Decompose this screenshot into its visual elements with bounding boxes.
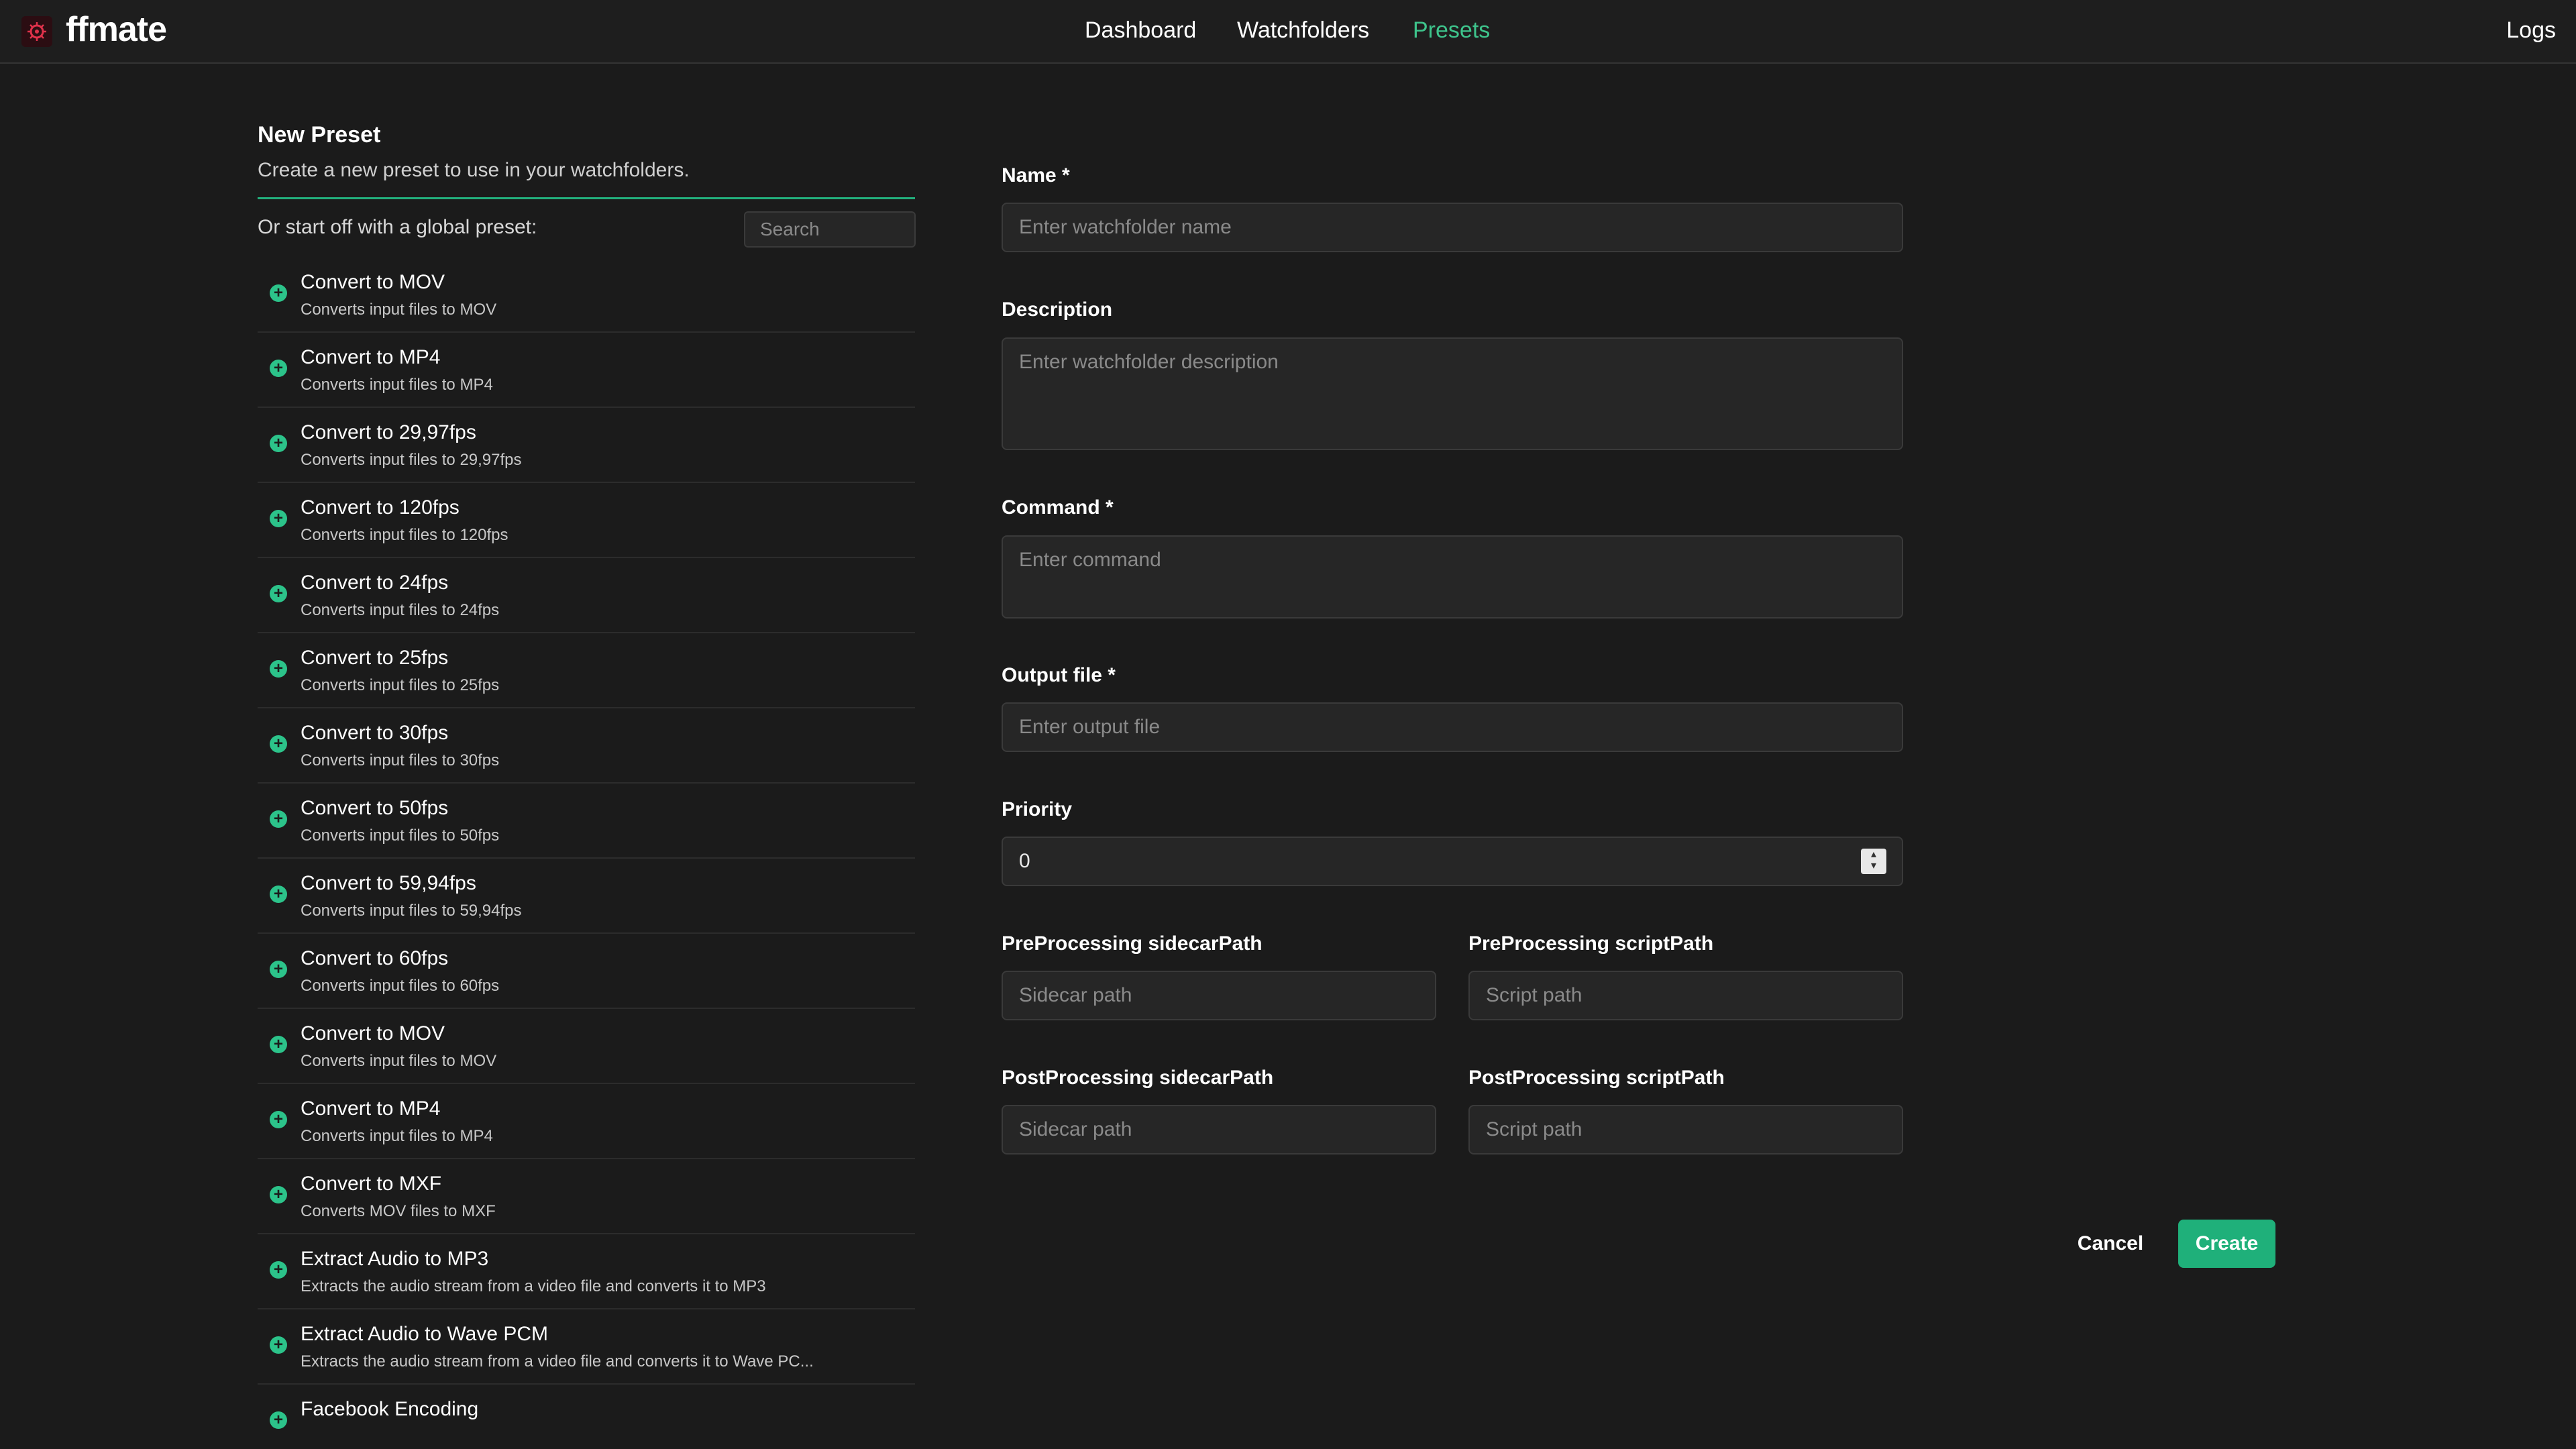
preset-search-input[interactable] (744, 211, 916, 248)
preset-title: Convert to MP4 (301, 1097, 441, 1120)
preset-item[interactable]: + Convert to 50fps Converts input files … (258, 784, 915, 859)
plus-circle-icon: + (270, 1036, 287, 1053)
preset-title: Facebook Encoding (301, 1398, 479, 1420)
preset-title: Convert to MOV (301, 271, 445, 293)
page-title: New Preset (258, 122, 381, 148)
preset-item[interactable]: + Convert to 25fps Converts input files … (258, 633, 915, 708)
title-divider (258, 197, 915, 199)
plus-circle-icon: + (270, 660, 287, 678)
preset-description: Converts input files to 30fps (301, 751, 500, 769)
pre-sidecar-label: PreProcessing sidecarPath (1002, 932, 1263, 955)
command-textarea[interactable] (1002, 535, 1903, 619)
preset-description: Converts input files to MP4 (301, 1127, 493, 1145)
preset-item[interactable]: + Convert to 120fps Converts input files… (258, 483, 915, 558)
description-label: Description (1002, 299, 1113, 321)
plus-circle-icon: + (270, 1111, 287, 1128)
preset-title: Convert to MP4 (301, 346, 441, 368)
preset-description: Converts input files to 50fps (301, 826, 500, 845)
preset-description: Converts input files to MOV (301, 301, 497, 319)
preset-title: Convert to MXF (301, 1173, 442, 1195)
cancel-button[interactable]: Cancel (2065, 1220, 2156, 1268)
priority-input[interactable] (1002, 837, 1903, 886)
post-sidecar-input[interactable] (1002, 1105, 1436, 1155)
preset-item[interactable]: + Convert to 60fps Converts input files … (258, 934, 915, 1009)
preset-description: Converts input files to 24fps (301, 601, 500, 619)
pre-script-label: PreProcessing scriptPath (1468, 932, 1714, 955)
global-preset-label: Or start off with a global preset: (258, 216, 537, 238)
output-file-label: Output file * (1002, 664, 1116, 686)
preset-description: Converts input files to 29,97fps (301, 451, 522, 469)
preset-description: Extracts the audio stream from a video f… (301, 1277, 766, 1295)
post-script-label: PostProcessing scriptPath (1468, 1067, 1725, 1089)
preset-title: Extract Audio to MP3 (301, 1248, 489, 1270)
preset-description: Converts input files to 59,94fps (301, 902, 522, 920)
page-subtitle: Create a new preset to use in your watch… (258, 159, 690, 181)
preset-title: Convert to 24fps (301, 572, 449, 594)
name-label: Name * (1002, 164, 1070, 186)
pre-sidecar-input[interactable] (1002, 971, 1436, 1020)
preset-item[interactable]: + Extract Audio to MP3 Extracts the audi… (258, 1234, 915, 1309)
preset-title: Convert to 30fps (301, 722, 449, 744)
pre-script-input[interactable] (1468, 971, 1903, 1020)
preset-item[interactable]: + Convert to MP4 Converts input files to… (258, 1084, 915, 1159)
preset-description: Converts input files to 25fps (301, 676, 500, 694)
preset-description: Converts input files to MP4 (301, 376, 493, 394)
preset-description: Converts MOV files to MXF (301, 1202, 496, 1220)
preset-item[interactable]: + Convert to 59,94fps Converts input fil… (258, 859, 915, 934)
preset-item[interactable]: + Extract Audio to Wave PCM Extracts the… (258, 1309, 915, 1385)
plus-circle-icon: + (270, 810, 287, 828)
preset-item[interactable]: + Convert to MXF Converts MOV files to M… (258, 1159, 915, 1234)
preset-description: Converts input files to MOV (301, 1052, 497, 1070)
preset-title: Convert to MOV (301, 1022, 445, 1044)
nav-presets[interactable]: Presets (1413, 17, 1490, 44)
app-logo-text[interactable]: ffmate (66, 9, 167, 50)
post-script-input[interactable] (1468, 1105, 1903, 1155)
nav-watchfolders[interactable]: Watchfolders (1237, 17, 1369, 44)
plus-circle-icon: + (270, 1336, 287, 1354)
output-file-input[interactable] (1002, 702, 1903, 752)
plus-circle-icon: + (270, 961, 287, 978)
priority-label: Priority (1002, 798, 1073, 820)
global-preset-list: + Convert to MOV Converts input files to… (258, 258, 915, 1449)
preset-title: Extract Audio to Wave PCM (301, 1323, 549, 1345)
command-label: Command * (1002, 496, 1114, 519)
plus-circle-icon: + (270, 885, 287, 903)
preset-item[interactable]: + Convert to 24fps Converts input files … (258, 558, 915, 633)
preset-title: Convert to 50fps (301, 797, 449, 819)
preset-item[interactable]: + Convert to MP4 Converts input files to… (258, 333, 915, 408)
priority-stepper-icon[interactable]: ▴ ▾ (1861, 849, 1886, 874)
name-input[interactable] (1002, 203, 1903, 252)
plus-circle-icon: + (270, 510, 287, 527)
top-bar: ffmate Dashboard Watchfolders Presets Lo… (0, 0, 2576, 64)
preset-description: Converts input files to 60fps (301, 977, 500, 995)
preset-description: Converts input files to 120fps (301, 526, 508, 544)
preset-title: Convert to 29,97fps (301, 421, 476, 443)
preset-title: Convert to 59,94fps (301, 872, 476, 894)
preset-item[interactable]: + Convert to 30fps Converts input files … (258, 708, 915, 784)
preset-item[interactable]: + Facebook Encoding (258, 1385, 915, 1449)
description-textarea[interactable] (1002, 337, 1903, 450)
plus-circle-icon: + (270, 435, 287, 452)
plus-circle-icon: + (270, 360, 287, 377)
post-sidecar-label: PostProcessing sidecarPath (1002, 1067, 1274, 1089)
plus-circle-icon: + (270, 735, 287, 753)
preset-item[interactable]: + Convert to MOV Converts input files to… (258, 258, 915, 333)
preset-title: Convert to 25fps (301, 647, 449, 669)
preset-item[interactable]: + Convert to 29,97fps Converts input fil… (258, 408, 915, 483)
preset-title: Convert to 120fps (301, 496, 460, 519)
preset-title: Convert to 60fps (301, 947, 449, 969)
plus-circle-icon: + (270, 1261, 287, 1279)
plus-circle-icon: + (270, 585, 287, 602)
nav-dashboard[interactable]: Dashboard (1085, 17, 1196, 44)
preset-item[interactable]: + Convert to MOV Converts input files to… (258, 1009, 915, 1084)
create-button[interactable]: Create (2178, 1220, 2275, 1268)
logo-icon (21, 16, 52, 47)
preset-description: Extracts the audio stream from a video f… (301, 1352, 814, 1371)
plus-circle-icon: + (270, 1411, 287, 1429)
plus-circle-icon: + (270, 1186, 287, 1203)
nav-logs[interactable]: Logs (2506, 17, 2556, 44)
plus-circle-icon: + (270, 284, 287, 302)
